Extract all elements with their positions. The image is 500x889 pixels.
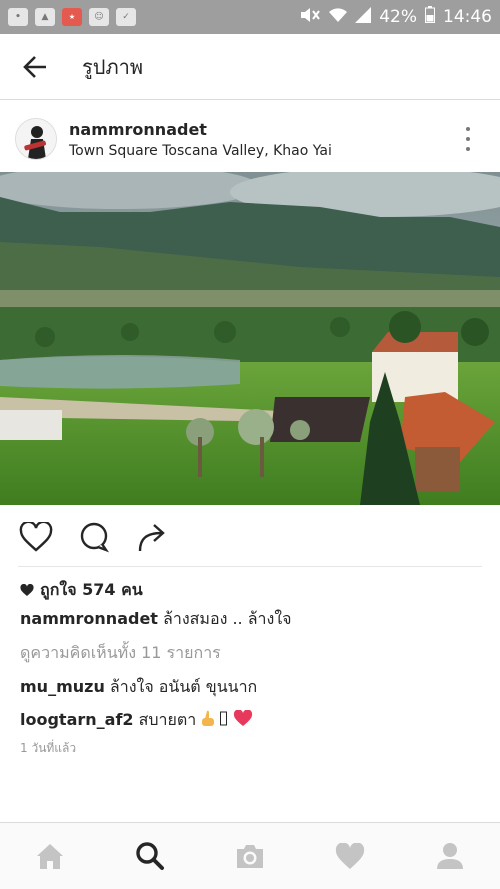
- caption-text: ล้างสมอง .. ล้างใจ: [157, 609, 292, 628]
- dot-icon: [466, 127, 470, 131]
- back-button[interactable]: [0, 34, 70, 100]
- post-username[interactable]: nammronnadet: [69, 120, 332, 139]
- tab-search[interactable]: [100, 823, 200, 889]
- wifi-icon: [329, 7, 348, 28]
- caption-username[interactable]: nammronnadet: [20, 609, 158, 628]
- post-actions: [0, 512, 500, 562]
- post-caption: nammronnadet ล้างสมอง .. ล้างใจ: [20, 607, 292, 632]
- likes-count[interactable]: ถูกใจ 574 คน: [20, 578, 143, 603]
- tab-camera[interactable]: [200, 823, 300, 889]
- post-header: nammronnadet Town Square Toscana Valley,…: [0, 106, 500, 172]
- line-app-icon: •: [8, 8, 28, 26]
- comment-bubble-icon: [80, 522, 110, 553]
- mute-icon: [299, 7, 321, 28]
- share-button[interactable]: [134, 519, 170, 555]
- likes-label: ถูกใจ 574 คน: [40, 580, 143, 599]
- thumbs-up-emoji-icon: [202, 710, 215, 726]
- red-heart-emoji-icon: [233, 710, 252, 726]
- system-icons: 42% 14:46: [299, 6, 492, 28]
- divider: [18, 566, 482, 567]
- star-app-icon: ★: [62, 8, 82, 26]
- arrow-left-icon: [23, 55, 46, 78]
- bottom-tab-bar: [0, 822, 500, 889]
- comment-item: mu_muzu ล้างใจ อนันต์ ขุนนาก: [20, 675, 257, 700]
- profile-icon: [437, 843, 463, 869]
- page-title: รูปภาพ: [82, 54, 144, 79]
- comment-username[interactable]: loogtarn_af2: [20, 710, 134, 729]
- comment-button[interactable]: [76, 519, 112, 555]
- notification-icons: • ▲ ★ ☺ ✓: [8, 8, 136, 26]
- comment-item: loogtarn_af2 สบายตา: [20, 708, 253, 733]
- tab-home[interactable]: [0, 823, 100, 889]
- dot-icon: [466, 147, 470, 151]
- post-timestamp: 1 วันที่แล้ว: [20, 741, 77, 755]
- app-bar: รูปภาพ: [0, 34, 500, 100]
- dot-icon: [466, 137, 470, 141]
- missing-glyph-icon: [220, 711, 228, 726]
- clock: 14:46: [443, 7, 492, 27]
- ghost-app-icon: ☺: [89, 8, 109, 26]
- heart-filled-icon: [20, 584, 34, 596]
- heart-outline-icon: [19, 522, 53, 552]
- search-icon: [136, 842, 164, 870]
- home-icon: [37, 844, 63, 869]
- post-location[interactable]: Town Square Toscana Valley, Khao Yai: [69, 143, 332, 159]
- camera-icon: [237, 845, 263, 868]
- more-options-button[interactable]: [460, 124, 476, 154]
- tab-activity[interactable]: [300, 823, 400, 889]
- comment-text: สบายตา: [133, 710, 202, 729]
- task-icon: ✓: [116, 8, 136, 26]
- status-bar: • ▲ ★ ☺ ✓ 42% 14:46: [0, 0, 500, 34]
- heart-icon: [335, 842, 365, 869]
- signal-icon: [355, 6, 372, 28]
- tab-profile[interactable]: [400, 823, 500, 889]
- share-arrow-icon: [138, 524, 165, 552]
- comment-text: ล้างใจ อนันต์ ขุนนาก: [104, 677, 258, 696]
- gallery-icon: ▲: [35, 8, 55, 26]
- battery-level: 42%: [379, 7, 417, 27]
- post-photo[interactable]: [0, 172, 500, 505]
- view-all-comments-link[interactable]: ดูความคิดเห็นทั้ง 11 รายการ: [20, 641, 221, 666]
- comment-username[interactable]: mu_muzu: [20, 677, 105, 696]
- like-button[interactable]: [18, 519, 54, 555]
- battery-icon: [425, 6, 435, 28]
- avatar[interactable]: [15, 118, 57, 160]
